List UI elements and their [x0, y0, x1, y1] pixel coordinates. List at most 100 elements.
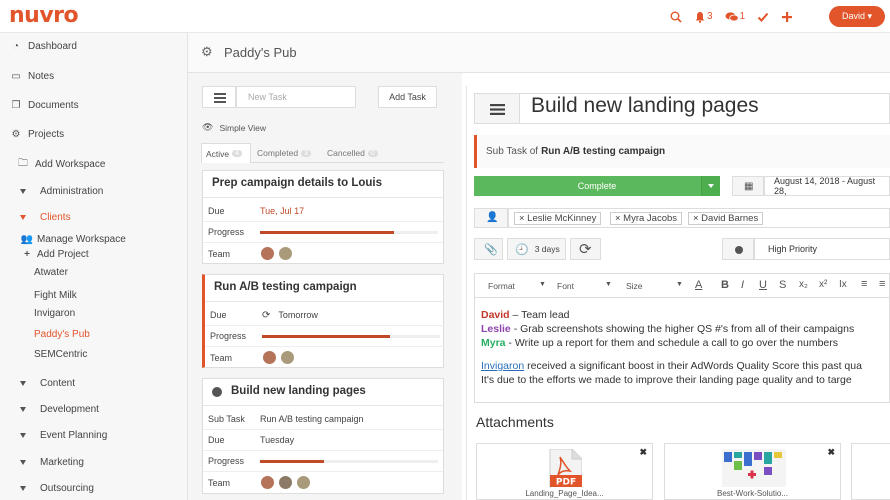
attachment-card[interactable]: ✖ PDF Landing_Page_Idea...	[476, 443, 653, 500]
user-menu-button[interactable]: David ▾	[829, 6, 885, 27]
clear-format-icon[interactable]: Ix	[839, 279, 847, 290]
sidebar-client-fight-milk[interactable]: Fight Milk	[34, 290, 77, 301]
task-progress-row: Progress	[203, 451, 443, 472]
detail-list-button[interactable]	[474, 93, 520, 124]
task-card[interactable]: Build new landing pages Sub Task Run A/B…	[202, 378, 444, 494]
sidebar-group-clients[interactable]: Clients	[20, 212, 71, 223]
task-card[interactable]: Prep campaign details to Louis Due Tue, …	[202, 170, 444, 264]
task-title: Build new landing pages	[231, 385, 366, 397]
close-icon[interactable]: ✖	[639, 447, 647, 458]
attachment-card[interactable]: ✖ Best-Work-Solutio...	[664, 443, 841, 500]
complete-button[interactable]: Complete	[474, 176, 720, 196]
tab-cancelled[interactable]: Cancelled 0	[323, 143, 387, 163]
font-select[interactable]: Font	[557, 281, 574, 291]
underline-icon[interactable]: U	[759, 279, 767, 291]
eye-icon: 👁	[202, 122, 214, 132]
task-title-row[interactable]: Build new landing pages	[203, 379, 443, 406]
task-due-row: Due Tuesday	[203, 430, 443, 451]
assignee-tag[interactable]: × Myra Jacobs	[610, 212, 683, 225]
avatar[interactable]	[260, 475, 275, 490]
note-line: Myra - Write up a report for them and sc…	[481, 337, 838, 349]
messages-button[interactable]: 1	[725, 11, 746, 23]
list-view-button[interactable]	[202, 86, 236, 108]
attach-button[interactable]: 📎	[474, 238, 503, 260]
sidebar-item-notes[interactable]: ▭ Notes	[10, 71, 54, 82]
sidebar-item-dashboard[interactable]: ◔ Dashboard	[10, 41, 77, 52]
assign-user-button[interactable]: 👤	[474, 208, 508, 228]
duration-button[interactable]: 🕘 3 days	[507, 238, 566, 260]
strikethrough-icon[interactable]: S	[779, 279, 786, 291]
assignee-tag[interactable]: × Leslie McKinney	[514, 212, 602, 225]
format-select[interactable]: Format	[488, 281, 515, 291]
list-icon	[214, 93, 226, 103]
invigaron-link[interactable]: Invigaron	[481, 360, 524, 372]
text-color-icon[interactable]: A	[695, 279, 702, 291]
sidebar-client-atwater[interactable]: Atwater	[34, 267, 68, 278]
search-icon[interactable]	[670, 11, 682, 23]
description-editor[interactable]: David – Team lead Leslie - Grab screensh…	[474, 298, 890, 403]
sidebar-group-outsourcing[interactable]: Outsourcing	[20, 483, 94, 494]
add-task-button[interactable]: Add Task	[378, 86, 437, 108]
chevron-down-icon	[20, 407, 26, 412]
task-subtask-row: Sub Task Run A/B testing campaign	[203, 409, 443, 430]
avatar[interactable]	[278, 246, 293, 261]
new-task-input[interactable]: New Task	[236, 86, 356, 108]
nuvro-logo[interactable]: nuvro	[9, 3, 79, 28]
priority-select[interactable]: High Priority	[754, 238, 890, 260]
bold-icon[interactable]: B	[721, 279, 729, 291]
sidebar-group-event-planning[interactable]: Event Planning	[20, 430, 107, 441]
avatar[interactable]	[260, 246, 275, 261]
align-center-icon[interactable]: ≡	[879, 278, 885, 290]
avatar[interactable]	[262, 350, 277, 365]
tab-active[interactable]: Active 4	[201, 143, 251, 163]
sidebar-group-development[interactable]: Development	[20, 404, 99, 415]
assignee-tag[interactable]: × David Barnes	[688, 212, 764, 225]
sidebar-item-projects[interactable]: ⚙ Projects	[10, 129, 65, 140]
task-detail-title[interactable]: Build new landing pages	[531, 94, 759, 118]
avatar[interactable]	[278, 475, 293, 490]
sidebar-item-add-project[interactable]: + Add Project	[22, 249, 89, 260]
sidebar-group-marketing[interactable]: Marketing	[20, 457, 84, 468]
avatar[interactable]	[280, 350, 295, 365]
parent-task-link[interactable]: Sub Task of Run A/B testing campaign	[474, 135, 890, 168]
folder-icon: 🗀	[18, 158, 28, 169]
date-range-input[interactable]: August 14, 2018 - August 28,	[764, 176, 890, 196]
align-left-icon[interactable]: ≡	[861, 278, 867, 290]
sidebar-client-semcentric[interactable]: SEMCentric	[34, 349, 87, 360]
close-icon[interactable]: ✖	[827, 447, 835, 458]
sidebar-item-add-workspace[interactable]: 🗀 Add Workspace	[17, 156, 105, 173]
task-card[interactable]: Run A/B testing campaign Due ⟳ Tomorrow P…	[202, 274, 445, 368]
add-icon[interactable]	[781, 11, 793, 23]
priority-indicator[interactable]	[722, 238, 754, 260]
task-title[interactable]: Prep campaign details to Louis	[203, 171, 443, 198]
task-team-row: Team	[203, 472, 443, 493]
sidebar-group-content[interactable]: Content	[20, 378, 75, 389]
sidebar-group-administration[interactable]: Administration	[20, 186, 103, 197]
notifications-button[interactable]: 3	[694, 11, 713, 23]
page-title: Paddy's Pub	[224, 45, 297, 60]
task-title[interactable]: Run A/B testing campaign	[205, 275, 443, 302]
complete-dropdown[interactable]	[701, 176, 720, 196]
superscript-icon[interactable]: x²	[819, 279, 827, 290]
sidebar-client-paddys-pub[interactable]: Paddy's Pub	[34, 329, 90, 340]
size-select[interactable]: Size	[626, 281, 643, 291]
check-icon[interactable]	[757, 11, 769, 23]
tab-completed[interactable]: Completed 3	[253, 143, 323, 163]
message-count: 1	[739, 11, 746, 22]
attachment-card[interactable]	[851, 443, 890, 500]
sidebar-client-invigaron[interactable]: Invigaron	[34, 308, 75, 319]
subscript-icon[interactable]: x₂	[799, 279, 808, 290]
simple-view-toggle[interactable]: 👁 Simple View	[202, 122, 266, 133]
calendar-button[interactable]: ▦	[732, 176, 764, 196]
image-thumbnail-icon	[722, 449, 786, 487]
settings-gear-icon[interactable]: ⚙	[201, 44, 213, 60]
sidebar-item-documents[interactable]: ❐ Documents	[10, 100, 79, 111]
add-user-icon: 👤	[486, 212, 499, 223]
status-dot-icon	[212, 387, 222, 397]
avatar[interactable]	[296, 475, 311, 490]
note-paragraph: It's due to the efforts we made to impro…	[481, 374, 852, 386]
assignees-field[interactable]: × Leslie McKinney × Myra Jacobs × David …	[508, 208, 890, 228]
sidebar-item-manage-workspace[interactable]: 👥 Manage Workspace	[21, 234, 126, 245]
repeat-button[interactable]: ⟳	[570, 238, 601, 260]
italic-icon[interactable]: I	[741, 279, 744, 291]
